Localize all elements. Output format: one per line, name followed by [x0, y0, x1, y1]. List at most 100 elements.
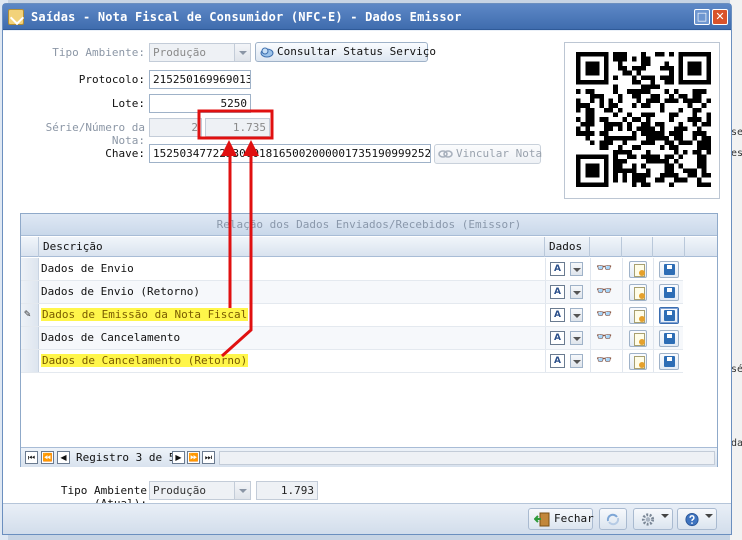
view-text-icon[interactable]: A	[550, 262, 565, 276]
qr-module	[650, 135, 656, 141]
glasses-icon[interactable]: 👓	[596, 308, 612, 321]
qr-module	[585, 117, 590, 122]
help-menu-button[interactable]	[677, 508, 717, 530]
glasses-icon[interactable]: 👓	[596, 262, 612, 275]
qr-module	[692, 168, 698, 174]
qr-module	[603, 131, 609, 136]
qr-module	[613, 163, 618, 169]
column-descricao[interactable]: Descrição	[39, 237, 545, 257]
qr-module	[692, 98, 698, 104]
close-button[interactable]: ✕	[712, 9, 728, 25]
save-icon[interactable]	[659, 284, 679, 301]
lote-field[interactable]: 5250	[149, 94, 251, 113]
nav-next-button[interactable]: ▶	[172, 451, 185, 464]
bottom-toolbar: Fechar	[3, 503, 731, 534]
view-text-icon[interactable]: A	[550, 354, 565, 368]
save-icon[interactable]	[659, 261, 679, 278]
chevron-down-icon[interactable]	[570, 262, 583, 276]
qr-module	[669, 112, 674, 118]
chevron-down-icon[interactable]	[570, 308, 583, 322]
table-row[interactable]: Dados de Envio A 👓	[21, 258, 683, 281]
qr-module	[645, 103, 651, 108]
protocolo-field[interactable]: 215250169969013	[149, 70, 251, 89]
qr-module	[613, 84, 618, 90]
view-text-icon[interactable]: A	[550, 308, 565, 322]
export-document-icon[interactable]	[629, 284, 647, 301]
exit-door-icon	[534, 512, 550, 527]
qr-module	[589, 98, 595, 104]
tipo-ambiente-label: Tipo Ambiente:	[52, 46, 145, 59]
chevron-down-icon[interactable]	[570, 285, 583, 299]
dados-grid: Relação dos Dados Enviados/Recebidos (Em…	[20, 213, 718, 467]
horizontal-scrollbar[interactable]	[219, 451, 715, 465]
qr-module	[585, 107, 590, 113]
nav-first-button[interactable]: ⏮	[25, 451, 38, 464]
nav-prev-page-button[interactable]: ⏪	[41, 451, 54, 464]
export-document-icon[interactable]	[629, 353, 647, 370]
glasses-icon[interactable]: 👓	[596, 354, 612, 367]
qr-module	[659, 131, 665, 136]
visualizar-cell: 👓	[590, 304, 622, 326]
qr-module	[636, 65, 642, 71]
row-description: Dados de Emissão da Nota Fiscal	[41, 308, 249, 321]
qr-module	[622, 173, 628, 178]
save-icon[interactable]	[659, 307, 679, 324]
qr-module	[650, 126, 656, 132]
qr-module	[697, 93, 702, 99]
export-document-icon[interactable]	[629, 307, 647, 324]
nav-last-button[interactable]: ⏭	[202, 451, 215, 464]
qr-module	[697, 154, 702, 160]
qr-module	[669, 98, 674, 104]
qr-module	[631, 131, 637, 136]
nav-prev-button[interactable]: ◀	[57, 451, 70, 464]
qr-module	[678, 107, 684, 113]
qr-module	[636, 177, 642, 183]
column-salvar	[653, 237, 685, 257]
qr-module	[678, 126, 684, 132]
exportar-cell	[622, 350, 653, 372]
table-row[interactable]: Dados de Emissão da Nota Fiscal A 👓	[21, 304, 683, 327]
nav-next-page-button[interactable]: ⏩	[187, 451, 200, 464]
view-text-icon[interactable]: A	[550, 331, 565, 345]
table-row[interactable]: Dados de Cancelamento A 👓	[21, 327, 683, 350]
qr-module	[645, 126, 651, 132]
qr-module	[673, 89, 679, 94]
qr-module	[697, 117, 702, 122]
save-icon[interactable]	[659, 353, 679, 370]
qr-module	[692, 121, 698, 127]
column-dados[interactable]: Dados	[545, 237, 590, 257]
export-document-icon[interactable]	[629, 330, 647, 347]
table-row[interactable]: Dados de Envio (Retorno) A 👓	[21, 281, 683, 304]
save-icon[interactable]	[659, 330, 679, 347]
qr-module	[669, 79, 674, 85]
chevron-down-icon[interactable]	[570, 331, 583, 345]
vincular-nota-button[interactable]: Vincular Nota	[434, 144, 542, 164]
chevron-down-icon	[234, 44, 250, 61]
qr-module	[669, 173, 674, 178]
qr-module	[673, 159, 679, 164]
qr-module	[678, 154, 684, 160]
settings-menu-button[interactable]	[633, 508, 673, 530]
glasses-icon[interactable]: 👓	[596, 331, 612, 344]
fechar-button[interactable]: Fechar	[528, 508, 594, 530]
qr-module	[650, 75, 656, 80]
numero-nota-field: 1.735	[205, 118, 270, 137]
export-document-icon[interactable]	[629, 261, 647, 278]
qr-module	[631, 79, 637, 85]
qr-module	[697, 159, 702, 164]
view-text-icon[interactable]: A	[550, 285, 565, 299]
consultar-status-button[interactable]: Consultar Status Serviço	[255, 42, 436, 62]
table-row[interactable]: Dados de Cancelamento (Retorno) A 👓	[21, 350, 683, 373]
dados-cell: A	[545, 258, 590, 280]
qr-module	[631, 56, 637, 62]
refresh-button[interactable]	[599, 508, 627, 530]
qr-module	[613, 56, 618, 62]
qr-module	[631, 135, 637, 141]
title-bar[interactable]: Saídas - Nota Fiscal de Consumidor (NFC-…	[3, 4, 731, 30]
glasses-icon[interactable]: 👓	[596, 285, 612, 298]
window-content: Tipo Ambiente: Produção Consultar Status…	[3, 31, 731, 534]
qr-module	[631, 89, 637, 94]
chevron-down-icon[interactable]	[570, 354, 583, 368]
chave-field[interactable]: 1525034772233000181650020000017351909992…	[149, 144, 431, 163]
maximize-button[interactable]: □	[694, 9, 710, 25]
